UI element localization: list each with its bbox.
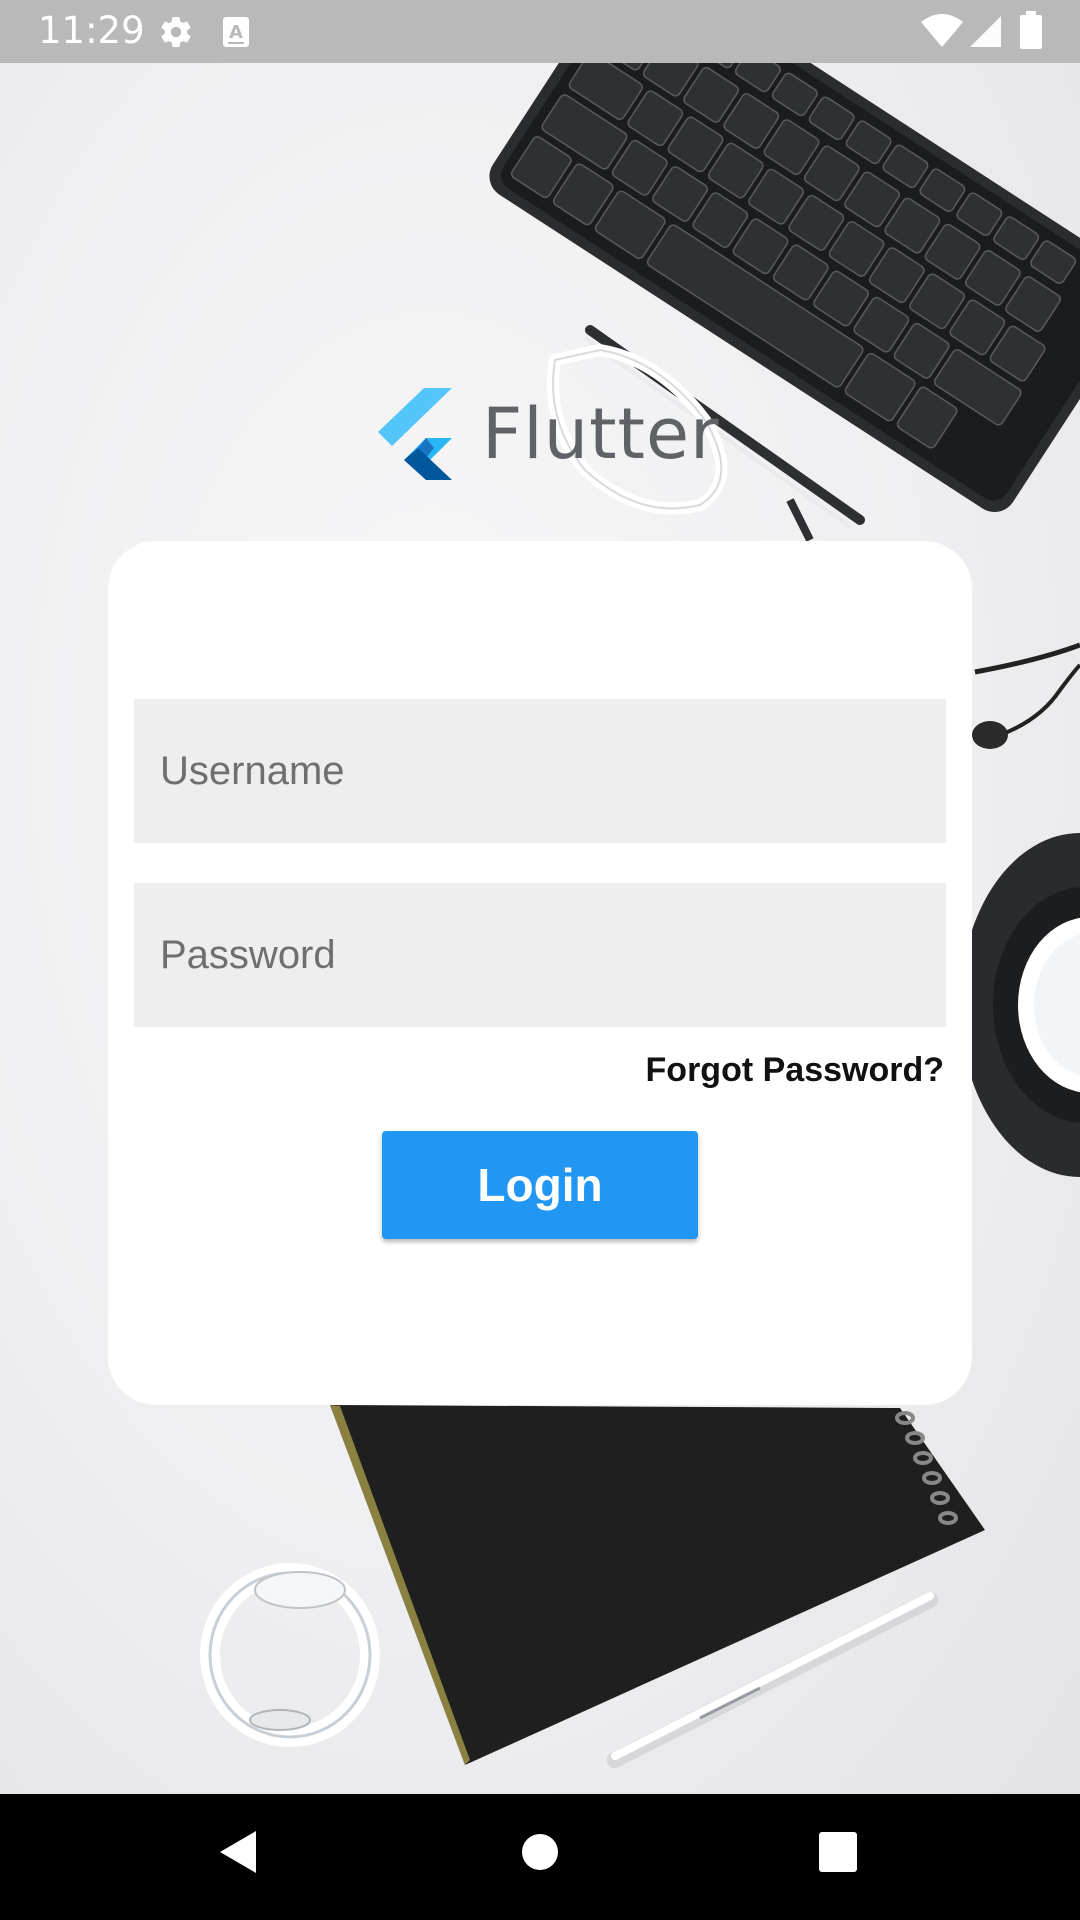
status-bar: 11:29 A [0, 0, 1080, 63]
status-time: 11:29 [38, 9, 145, 52]
username-input[interactable] [134, 699, 946, 843]
navigation-bar [0, 1794, 1080, 1920]
flutter-logo: Flutter [378, 388, 720, 480]
flutter-logo-icon [378, 388, 452, 480]
flutter-logo-text: Flutter [482, 393, 720, 475]
recents-icon[interactable] [818, 1831, 858, 1873]
watch-illustration [200, 1563, 380, 1747]
coffee-cup-illustration [960, 833, 1080, 1177]
login-card: Forgot Password? Login [108, 541, 972, 1405]
login-screen: 11:29 A Flutter Username Forgot Password… [0, 0, 1080, 1920]
password-input[interactable] [134, 883, 946, 1027]
login-button[interactable]: Login [382, 1131, 698, 1239]
notebook-illustration [330, 1405, 985, 1765]
back-icon[interactable] [218, 1829, 258, 1875]
forgot-password-link[interactable]: Forgot Password? [646, 1051, 944, 1090]
earphones-illustration [972, 642, 1080, 749]
home-icon[interactable] [520, 1832, 560, 1872]
signal-icon [970, 16, 1001, 47]
battery-icon [1020, 11, 1042, 49]
svg-text:A: A [229, 22, 243, 43]
keyboard-a-icon: A [223, 17, 249, 47]
wifi-icon [921, 14, 963, 47]
gear-icon [161, 17, 191, 48]
